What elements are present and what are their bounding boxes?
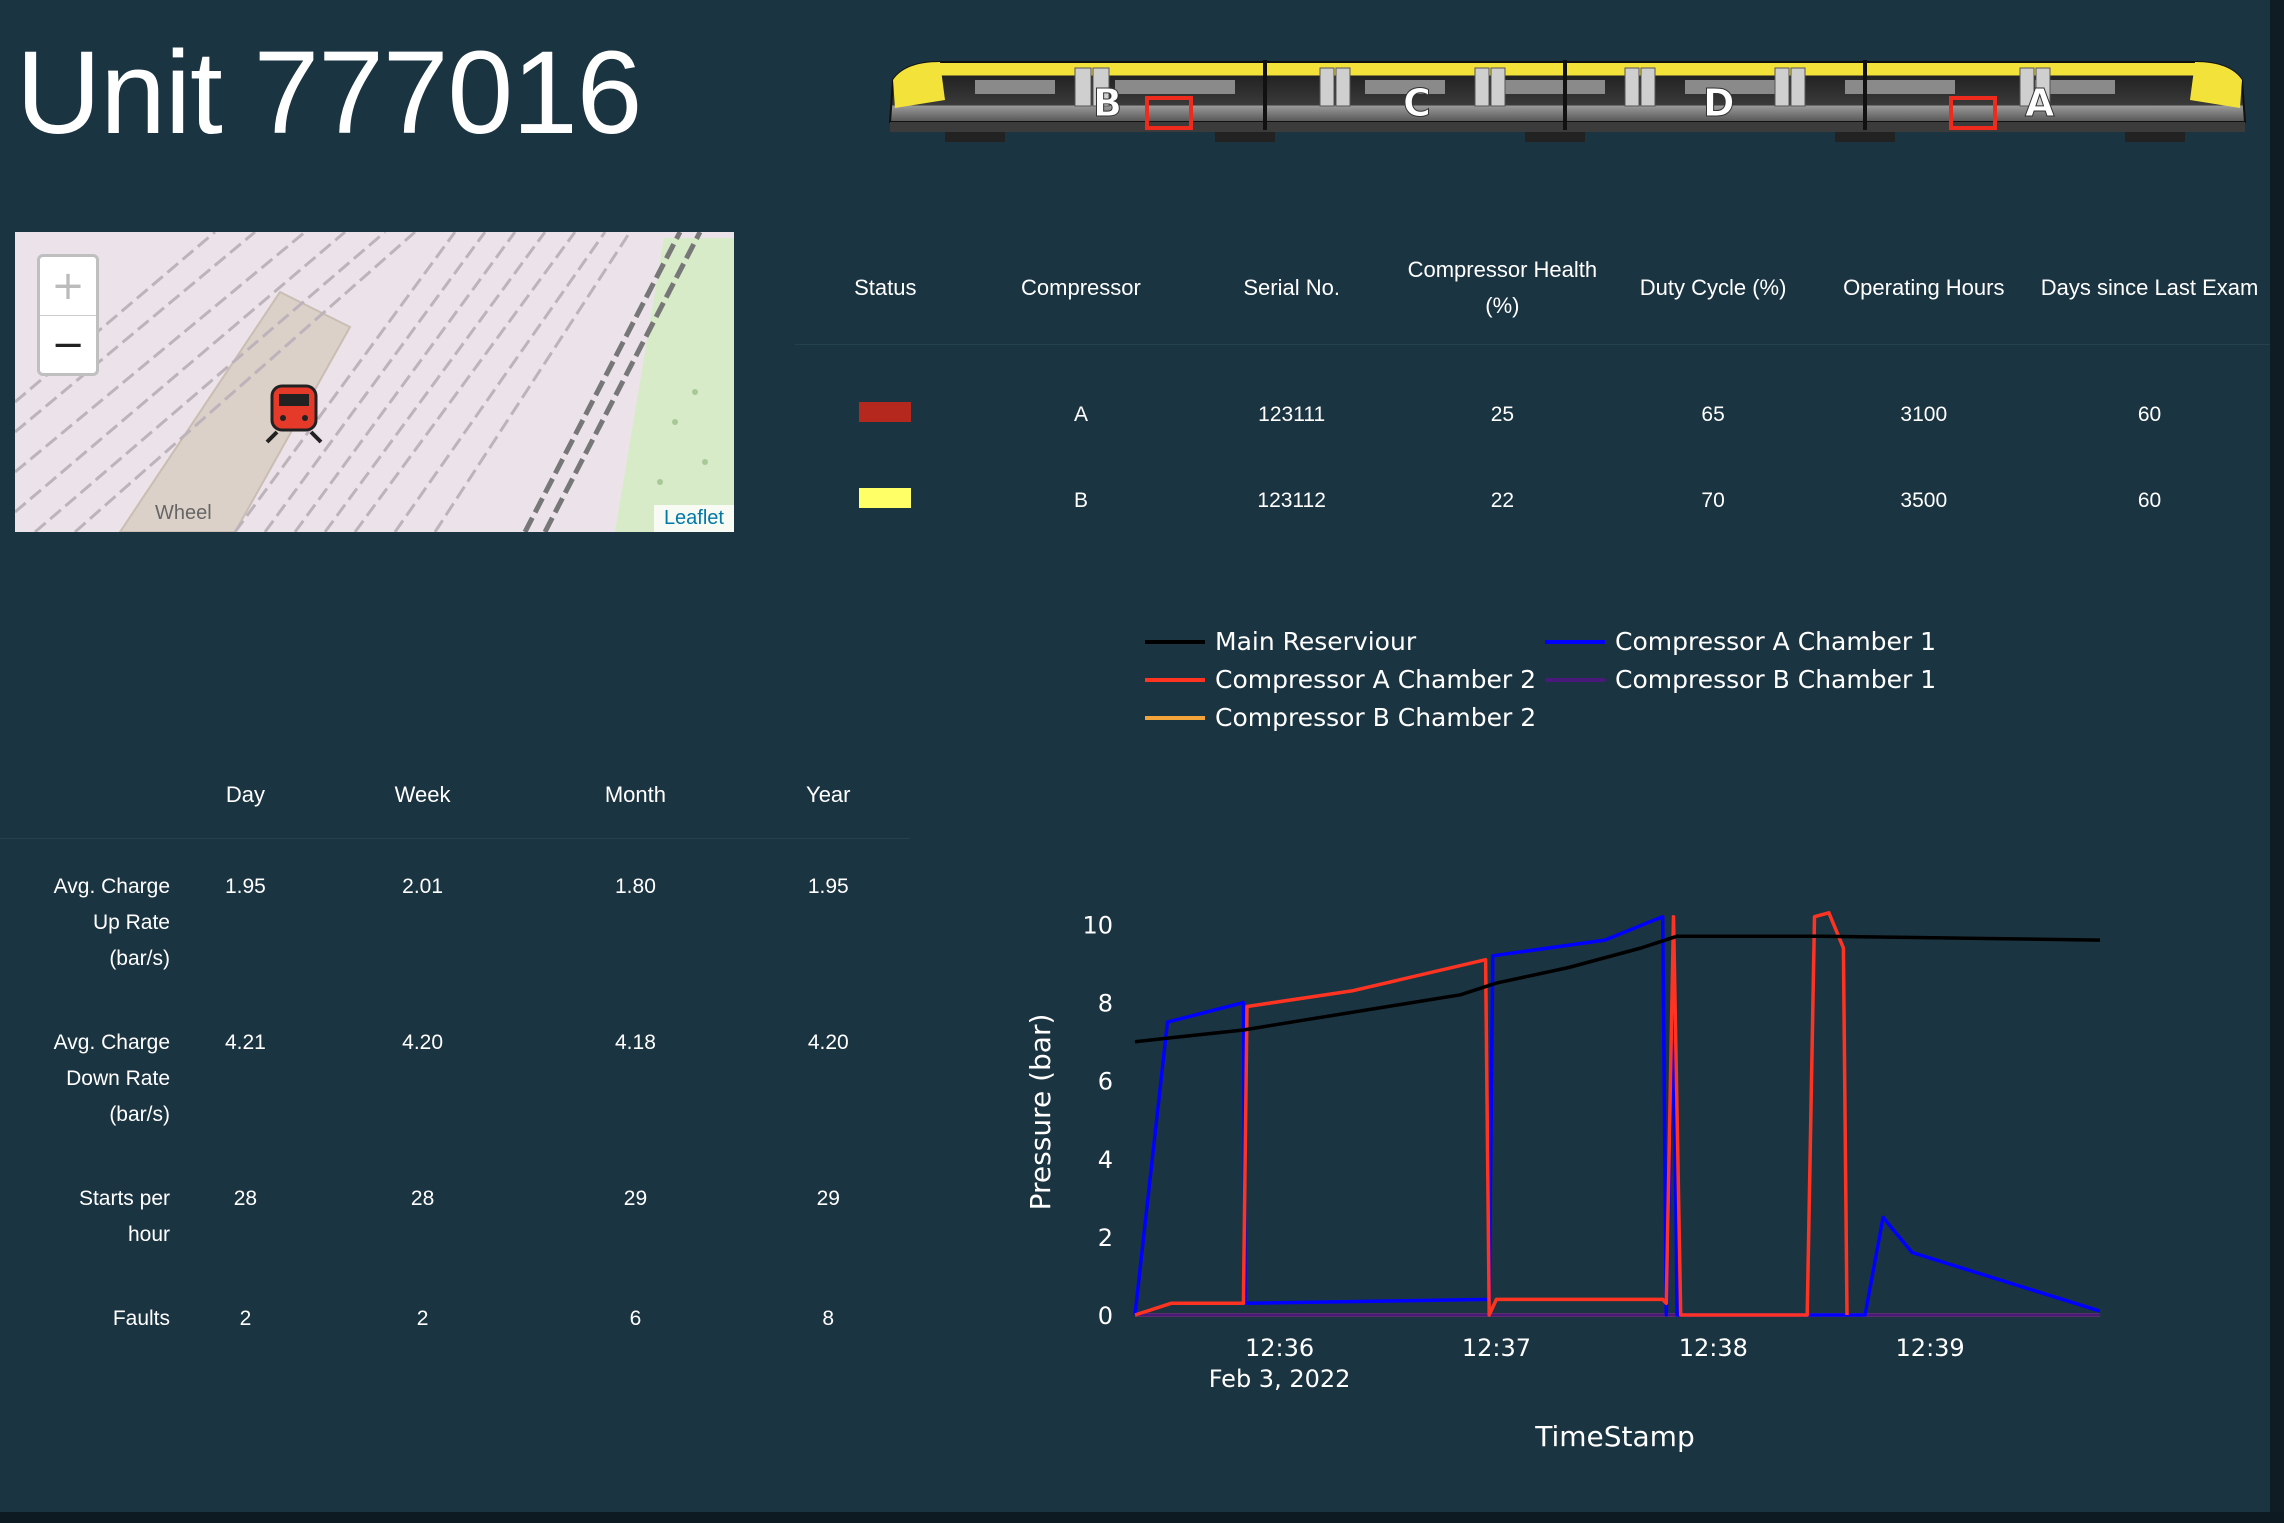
cell-duty: 70 <box>1701 489 1725 512</box>
cell-hours: 3100 <box>1900 403 1948 426</box>
y-tick-label: 2 <box>1098 1224 1113 1252</box>
series-line-0 <box>1134 934 2100 1044</box>
col-duty-cycle: Duty Cycle (%) <box>1607 232 1819 345</box>
location-map[interactable]: + − Wheel Leaflet <box>15 232 734 532</box>
compressor-table: Status Compressor Serial No. Compressor … <box>795 232 2270 544</box>
cell-value: 1.80 <box>615 875 656 898</box>
legend-label: Compressor B Chamber 1 <box>1615 665 1936 694</box>
cell-value: 29 <box>816 1186 840 1210</box>
table-row: Avg. Charge Up Rate (bar/s) 1.95 2.01 1.… <box>0 839 910 995</box>
cell-value: 8 <box>822 1306 835 1330</box>
legend-item[interactable]: Compressor B Chamber 1 <box>1545 665 1936 694</box>
legend-label: Compressor A Chamber 1 <box>1615 627 1936 656</box>
legend-label: Compressor B Chamber 2 <box>1215 703 1536 732</box>
car-label-a: A <box>2025 81 2055 125</box>
legend-label: Main Reserviour <box>1215 627 1417 656</box>
train-diagram: B C D A <box>888 60 2247 142</box>
legend-label: Compressor A Chamber 2 <box>1215 665 1536 694</box>
cell-value: 6 <box>629 1306 642 1330</box>
cell-value: 2.01 <box>402 875 444 898</box>
legend-item[interactable]: Compressor B Chamber 2 <box>1145 703 1536 732</box>
series-line-1 <box>1133 914 2100 1317</box>
col-status: Status <box>795 232 976 345</box>
col-month: Month <box>524 752 747 839</box>
cell-value: 4.21 <box>224 1030 266 1054</box>
row-label-faults: Faults <box>112 1306 170 1330</box>
cell-compressor: A <box>1073 403 1088 426</box>
car-label-d: D <box>1703 81 1735 125</box>
x-tick-label: 12:38 <box>1679 1334 1748 1362</box>
table-row: Starts per hour 28 28 29 29 <box>0 1151 910 1271</box>
y-tick-label: 10 <box>1082 912 1113 940</box>
cell-serial: 123111 <box>1258 403 1326 426</box>
col-operating-hours: Operating Hours <box>1818 232 2030 345</box>
x-date-label: Feb 3, 2022 <box>1209 1365 1351 1393</box>
y-tick-label: 8 <box>1098 990 1113 1018</box>
map-street-label: Wheel <box>155 502 212 524</box>
window-edge <box>2270 0 2284 1523</box>
car-label-b: B <box>1093 81 1122 125</box>
map-tiles <box>15 232 734 532</box>
col-day: Day <box>170 752 321 839</box>
x-axis-title: TimeStamp <box>1534 1420 1694 1453</box>
x-tick-label: 12:39 <box>1896 1334 1965 1362</box>
cell-value: 1.95 <box>224 875 266 898</box>
zoom-out-button[interactable]: − <box>40 316 96 374</box>
leaflet-attribution-link[interactable]: Leaflet <box>653 505 734 532</box>
col-compressor: Compressor <box>975 232 1187 345</box>
page-title: Unit 777016 <box>16 27 642 159</box>
cell-hours: 3500 <box>1900 489 1948 512</box>
y-tick-label: 0 <box>1098 1302 1113 1330</box>
row-label-charge-up: Avg. Charge Up Rate (bar/s) <box>53 875 170 970</box>
legend-item[interactable]: Compressor A Chamber 2 <box>1145 665 1536 694</box>
cell-value: 1.95 <box>807 875 849 898</box>
charge-stats-table: Day Week Month Year Avg. Charge Up Rate … <box>0 752 910 1351</box>
cell-days: 60 <box>2137 489 2162 512</box>
zoom-in-button[interactable]: + <box>40 257 96 316</box>
cell-value: 4.20 <box>807 1030 849 1054</box>
chart-plot-area: 0 2 4 6 8 10 12:36 Feb 3, 2022 12:37 12:38 12:39 <box>1082 911 2100 1393</box>
y-tick-label: 6 <box>1098 1068 1113 1096</box>
y-tick-label: 4 <box>1098 1146 1113 1174</box>
cell-compressor: B <box>1073 489 1088 512</box>
cell-health: 25 <box>1490 403 1515 426</box>
cell-health: 22 <box>1490 489 1515 512</box>
table-row: B 123112 22 70 3500 60 <box>795 458 2270 544</box>
chart-legend: Main Reserviour Compressor A Chamber 1 Com… <box>1145 627 1936 732</box>
cell-value: 2 <box>416 1306 429 1330</box>
x-tick-label: 12:36 <box>1245 1334 1314 1362</box>
table-row: Faults 2 2 6 8 <box>0 1271 910 1351</box>
cell-value: 28 <box>233 1186 258 1210</box>
window-edge-bottom <box>0 1512 2284 1523</box>
cell-value: 29 <box>623 1186 648 1210</box>
col-year: Year <box>746 752 910 839</box>
stats-table-header: Day Week Month Year <box>0 752 910 839</box>
cell-serial: 123112 <box>1257 489 1326 512</box>
row-label-charge-down: Avg. Charge Down Rate (bar/s) <box>53 1030 170 1126</box>
row-label-starts: Starts per hour <box>78 1186 170 1246</box>
col-serial: Serial No. <box>1186 232 1398 345</box>
x-tick-label: 12:37 <box>1462 1334 1531 1362</box>
legend-item[interactable]: Main Reserviour <box>1145 627 1417 656</box>
pressure-chart[interactable]: Main Reserviour Compressor A Chamber 1 Com… <box>1000 620 2100 1480</box>
table-row: Avg. Charge Down Rate (bar/s) 4.21 4.20 … <box>0 995 910 1151</box>
cell-value: 4.20 <box>402 1030 444 1054</box>
cell-value: 4.18 <box>615 1030 656 1054</box>
cell-value: 2 <box>239 1306 252 1330</box>
status-indicator <box>859 402 912 422</box>
car-label-c: C <box>1403 81 1431 125</box>
compressor-table-header: Status Compressor Serial No. Compressor … <box>795 232 2270 345</box>
status-indicator <box>859 488 912 508</box>
col-days-since-exam: Days since Last Exam <box>2029 232 2270 345</box>
col-week: Week <box>320 752 525 839</box>
col-health: Compressor Health (%) <box>1397 232 1608 345</box>
y-axis-title: Pressure (bar) <box>1024 1014 1057 1211</box>
cell-value: 28 <box>410 1186 435 1210</box>
table-row: A 123111 25 65 3100 60 <box>795 345 2270 459</box>
legend-item[interactable]: Compressor A Chamber 1 <box>1545 627 1936 656</box>
cell-days: 60 <box>2137 403 2162 426</box>
zoom-control: + − <box>37 254 99 376</box>
cell-duty: 65 <box>1701 403 1725 426</box>
